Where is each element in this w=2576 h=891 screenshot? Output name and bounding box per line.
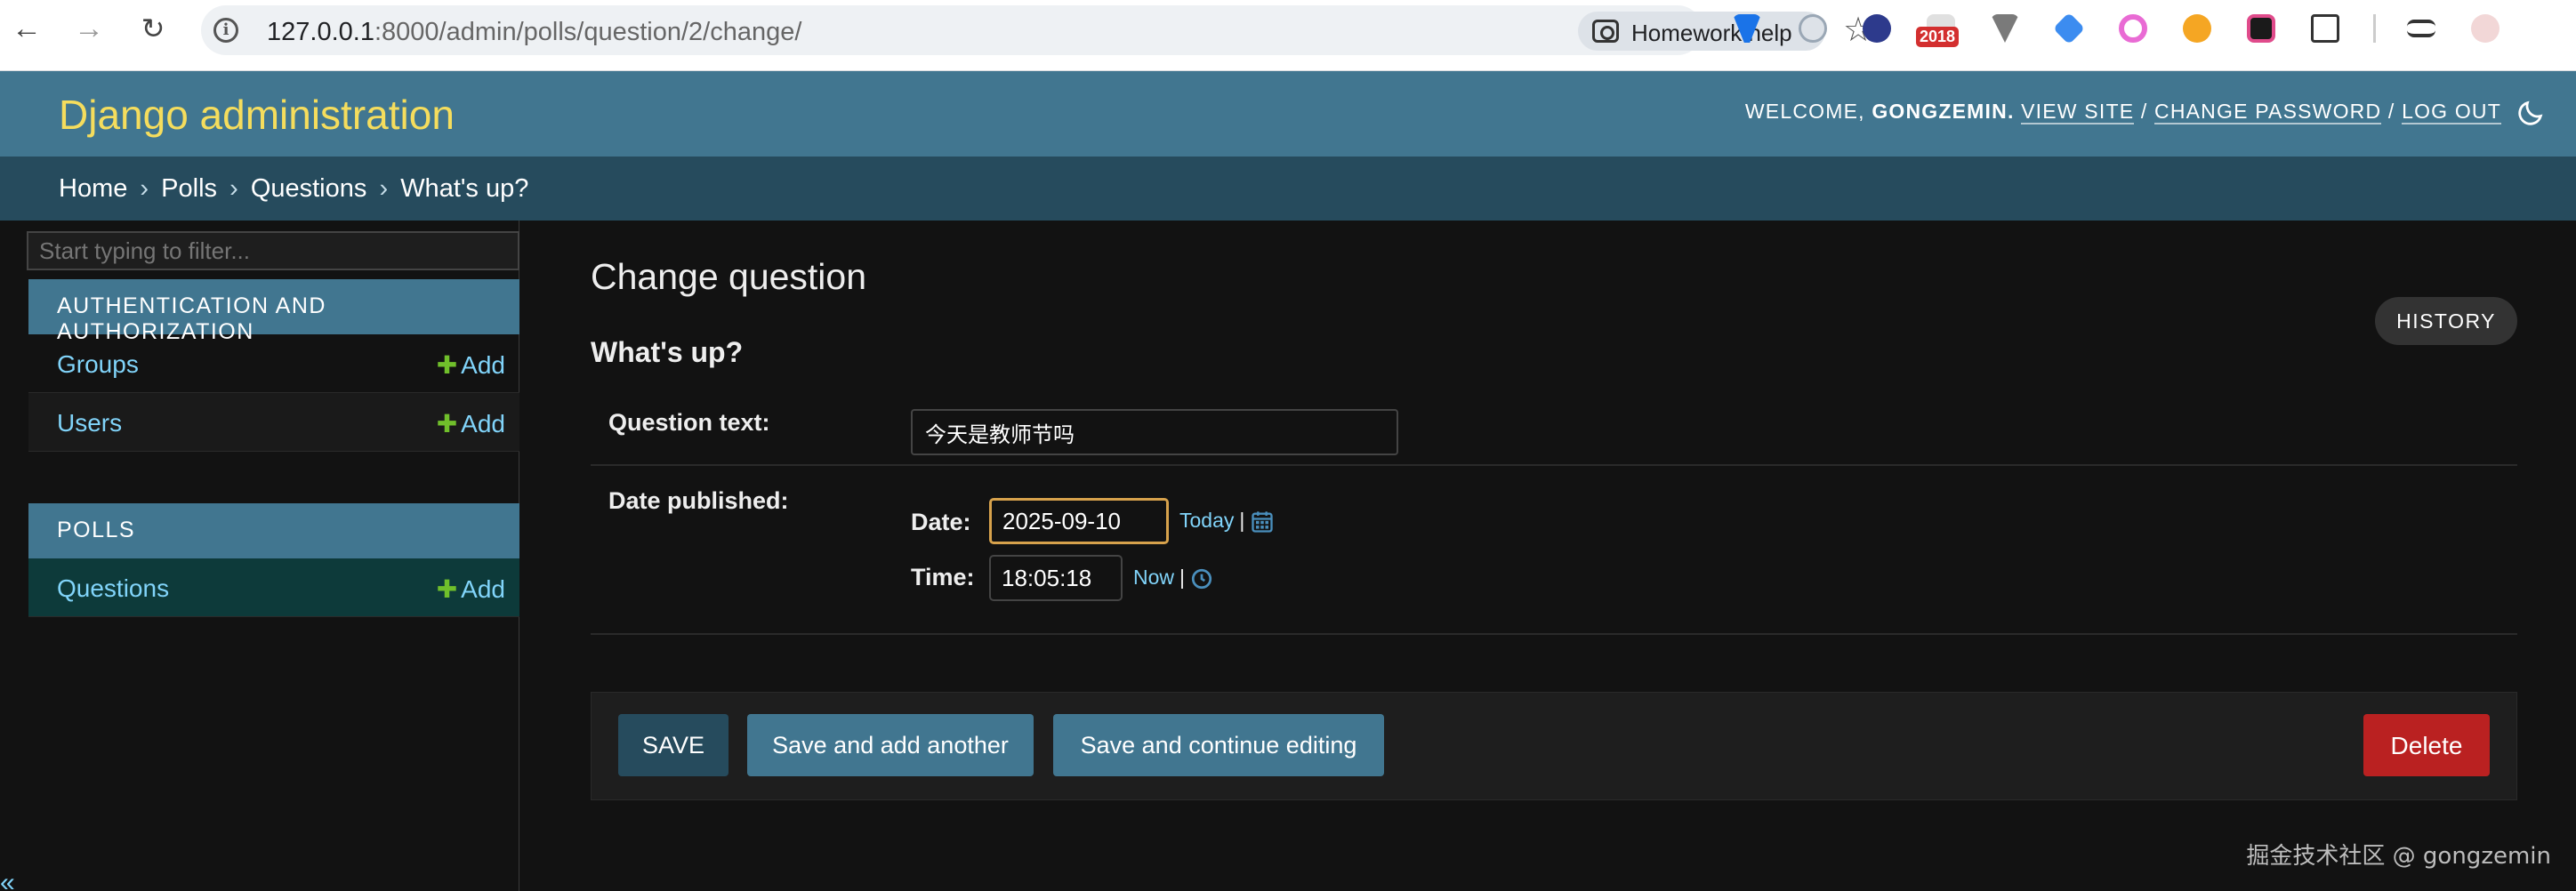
today-link[interactable]: Today — [1179, 509, 1234, 532]
extension-diamond-icon[interactable] — [2052, 12, 2086, 45]
url-host: 127.0.0.1 — [267, 18, 374, 46]
save-button[interactable]: SAVE — [618, 714, 729, 776]
breadcrumb-current: What's up? — [400, 174, 529, 203]
homework-help-label: Homework help — [1631, 20, 1792, 46]
pipe-separator: | — [1179, 566, 1185, 589]
app-caption-auth[interactable]: AUTHENTICATION AND AUTHORIZATION — [28, 279, 519, 344]
nav-filter-input[interactable] — [27, 231, 519, 270]
url-text[interactable]: 127.0.0.1:8000/admin/polls/question/2/ch… — [267, 18, 801, 47]
change-password-link[interactable]: CHANGE PASSWORD — [2154, 100, 2382, 124]
question-text-label: Question text: — [608, 409, 770, 436]
username: GONGZEMIN. — [1872, 100, 2015, 123]
sidebar-item-questions[interactable]: Questions ✚ Add — [28, 558, 519, 617]
now-link[interactable]: Now — [1133, 566, 1174, 589]
toolbar-divider — [2373, 14, 2376, 43]
main-content: Change question HISTORY What's up? Quest… — [591, 221, 2517, 891]
date-label: Date: — [911, 509, 971, 535]
add-users-link[interactable]: ✚ Add — [437, 409, 505, 438]
plus-icon: ✚ — [436, 575, 458, 603]
profile-avatar-icon[interactable] — [2471, 14, 2500, 43]
view-site-link[interactable]: VIEW SITE — [2021, 100, 2135, 124]
model-link-questions[interactable]: Questions — [57, 574, 169, 603]
back-arrow-icon[interactable]: ← — [11, 12, 43, 44]
time-shortcuts: Now | — [1133, 566, 1213, 590]
separator: / — [2387, 100, 2395, 123]
date-shortcuts: Today | — [1179, 509, 1275, 534]
extension-vue-icon[interactable] — [1991, 14, 2019, 43]
history-button[interactable]: HISTORY — [2375, 297, 2517, 345]
question-text-input[interactable] — [911, 409, 1398, 455]
model-link-users[interactable]: Users — [57, 409, 122, 437]
save-and-continue-button[interactable]: Save and continue editing — [1053, 714, 1384, 776]
plus-icon: ✚ — [436, 410, 458, 437]
form-row-date-published: Date published: Date: Today| Time: Now| — [591, 468, 2517, 635]
save-and-add-another-button[interactable]: Save and add another — [747, 714, 1034, 776]
sidebar-item-users[interactable]: Users ✚ Add — [28, 393, 519, 452]
model-link-groups[interactable]: Groups — [57, 350, 139, 379]
breadcrumb-questions[interactable]: Questions — [251, 174, 367, 203]
reload-icon[interactable]: ↻ — [137, 12, 169, 44]
camera-search-icon — [1592, 20, 1619, 43]
app-caption-polls[interactable]: POLLS — [28, 503, 519, 558]
add-groups-link[interactable]: ✚ Add — [437, 350, 505, 380]
delete-button[interactable]: Delete — [2363, 714, 2490, 776]
log-out-link[interactable]: LOG OUT — [2402, 100, 2501, 124]
page-title: Change question — [591, 256, 867, 297]
address-bar[interactable]: i 127.0.0.1:8000/admin/polls/question/2/… — [201, 5, 1873, 55]
site-info-icon[interactable]: i — [213, 18, 238, 43]
sidebar-item-groups[interactable]: Groups ✚ Add — [28, 334, 519, 393]
extension-moon-icon[interactable] — [1863, 14, 1891, 43]
homework-help-chip[interactable]: Homework help — [1578, 12, 1825, 51]
toggle-sidebar-button[interactable]: « — [0, 868, 15, 891]
form-row-question-text: Question text: — [591, 388, 2517, 466]
welcome-text: WELCOME, — [1744, 100, 1865, 123]
theme-toggle-moon-icon[interactable] — [2516, 98, 2546, 128]
url-path: :8000/admin/polls/question/2/change/ — [374, 18, 802, 46]
add-label: Add — [461, 410, 505, 437]
extension-badge: 2018 — [1916, 27, 1960, 47]
forward-arrow-icon[interactable]: → — [73, 12, 105, 44]
breadcrumb-home[interactable]: Home — [59, 174, 127, 203]
nav-sidebar: AUTHENTICATION AND AUTHORIZATION Groups … — [0, 221, 519, 891]
add-questions-link[interactable]: ✚ Add — [437, 574, 505, 604]
pipe-separator: | — [1239, 509, 1245, 532]
breadcrumb-separator: › — [140, 174, 149, 203]
calendar-icon[interactable] — [1250, 510, 1275, 534]
extension-react-icon[interactable] — [1799, 14, 1827, 43]
plus-icon: ✚ — [436, 351, 458, 379]
admin-header: Django administration WELCOME, GONGZEMIN… — [0, 71, 2576, 157]
separator: / — [2140, 100, 2148, 123]
time-input[interactable] — [989, 555, 1123, 601]
reading-list-icon[interactable] — [2407, 20, 2435, 37]
extension-download-icon[interactable] — [2183, 14, 2211, 43]
extensions-puzzle-icon[interactable] — [2311, 14, 2339, 43]
user-tools: WELCOME, GONGZEMIN. VIEW SITE / CHANGE P… — [1745, 100, 2501, 124]
date-input[interactable] — [989, 498, 1169, 544]
browser-toolbar: ← → ↻ i 127.0.0.1:8000/admin/polls/quest… — [0, 0, 2576, 71]
watermark: 掘金技术社区 @ gongzemin — [2246, 843, 2551, 870]
add-label: Add — [461, 575, 505, 603]
submit-row: SAVE Save and add another Save and conti… — [591, 692, 2517, 800]
clock-icon[interactable] — [1190, 567, 1213, 590]
site-name[interactable]: Django administration — [59, 91, 455, 139]
breadcrumb-polls[interactable]: Polls — [161, 174, 217, 203]
extension-color-picker-icon[interactable] — [2247, 14, 2275, 43]
breadcrumb-separator: › — [229, 174, 238, 203]
object-title: What's up? — [591, 336, 744, 368]
extension-color-ring-icon[interactable] — [2119, 14, 2147, 43]
time-label: Time: — [911, 564, 975, 590]
breadcrumb: Home › Polls › Questions › What's up? — [0, 157, 2576, 221]
breadcrumb-separator: › — [379, 174, 389, 203]
date-published-label: Date published: — [608, 487, 789, 514]
add-label: Add — [461, 351, 505, 379]
